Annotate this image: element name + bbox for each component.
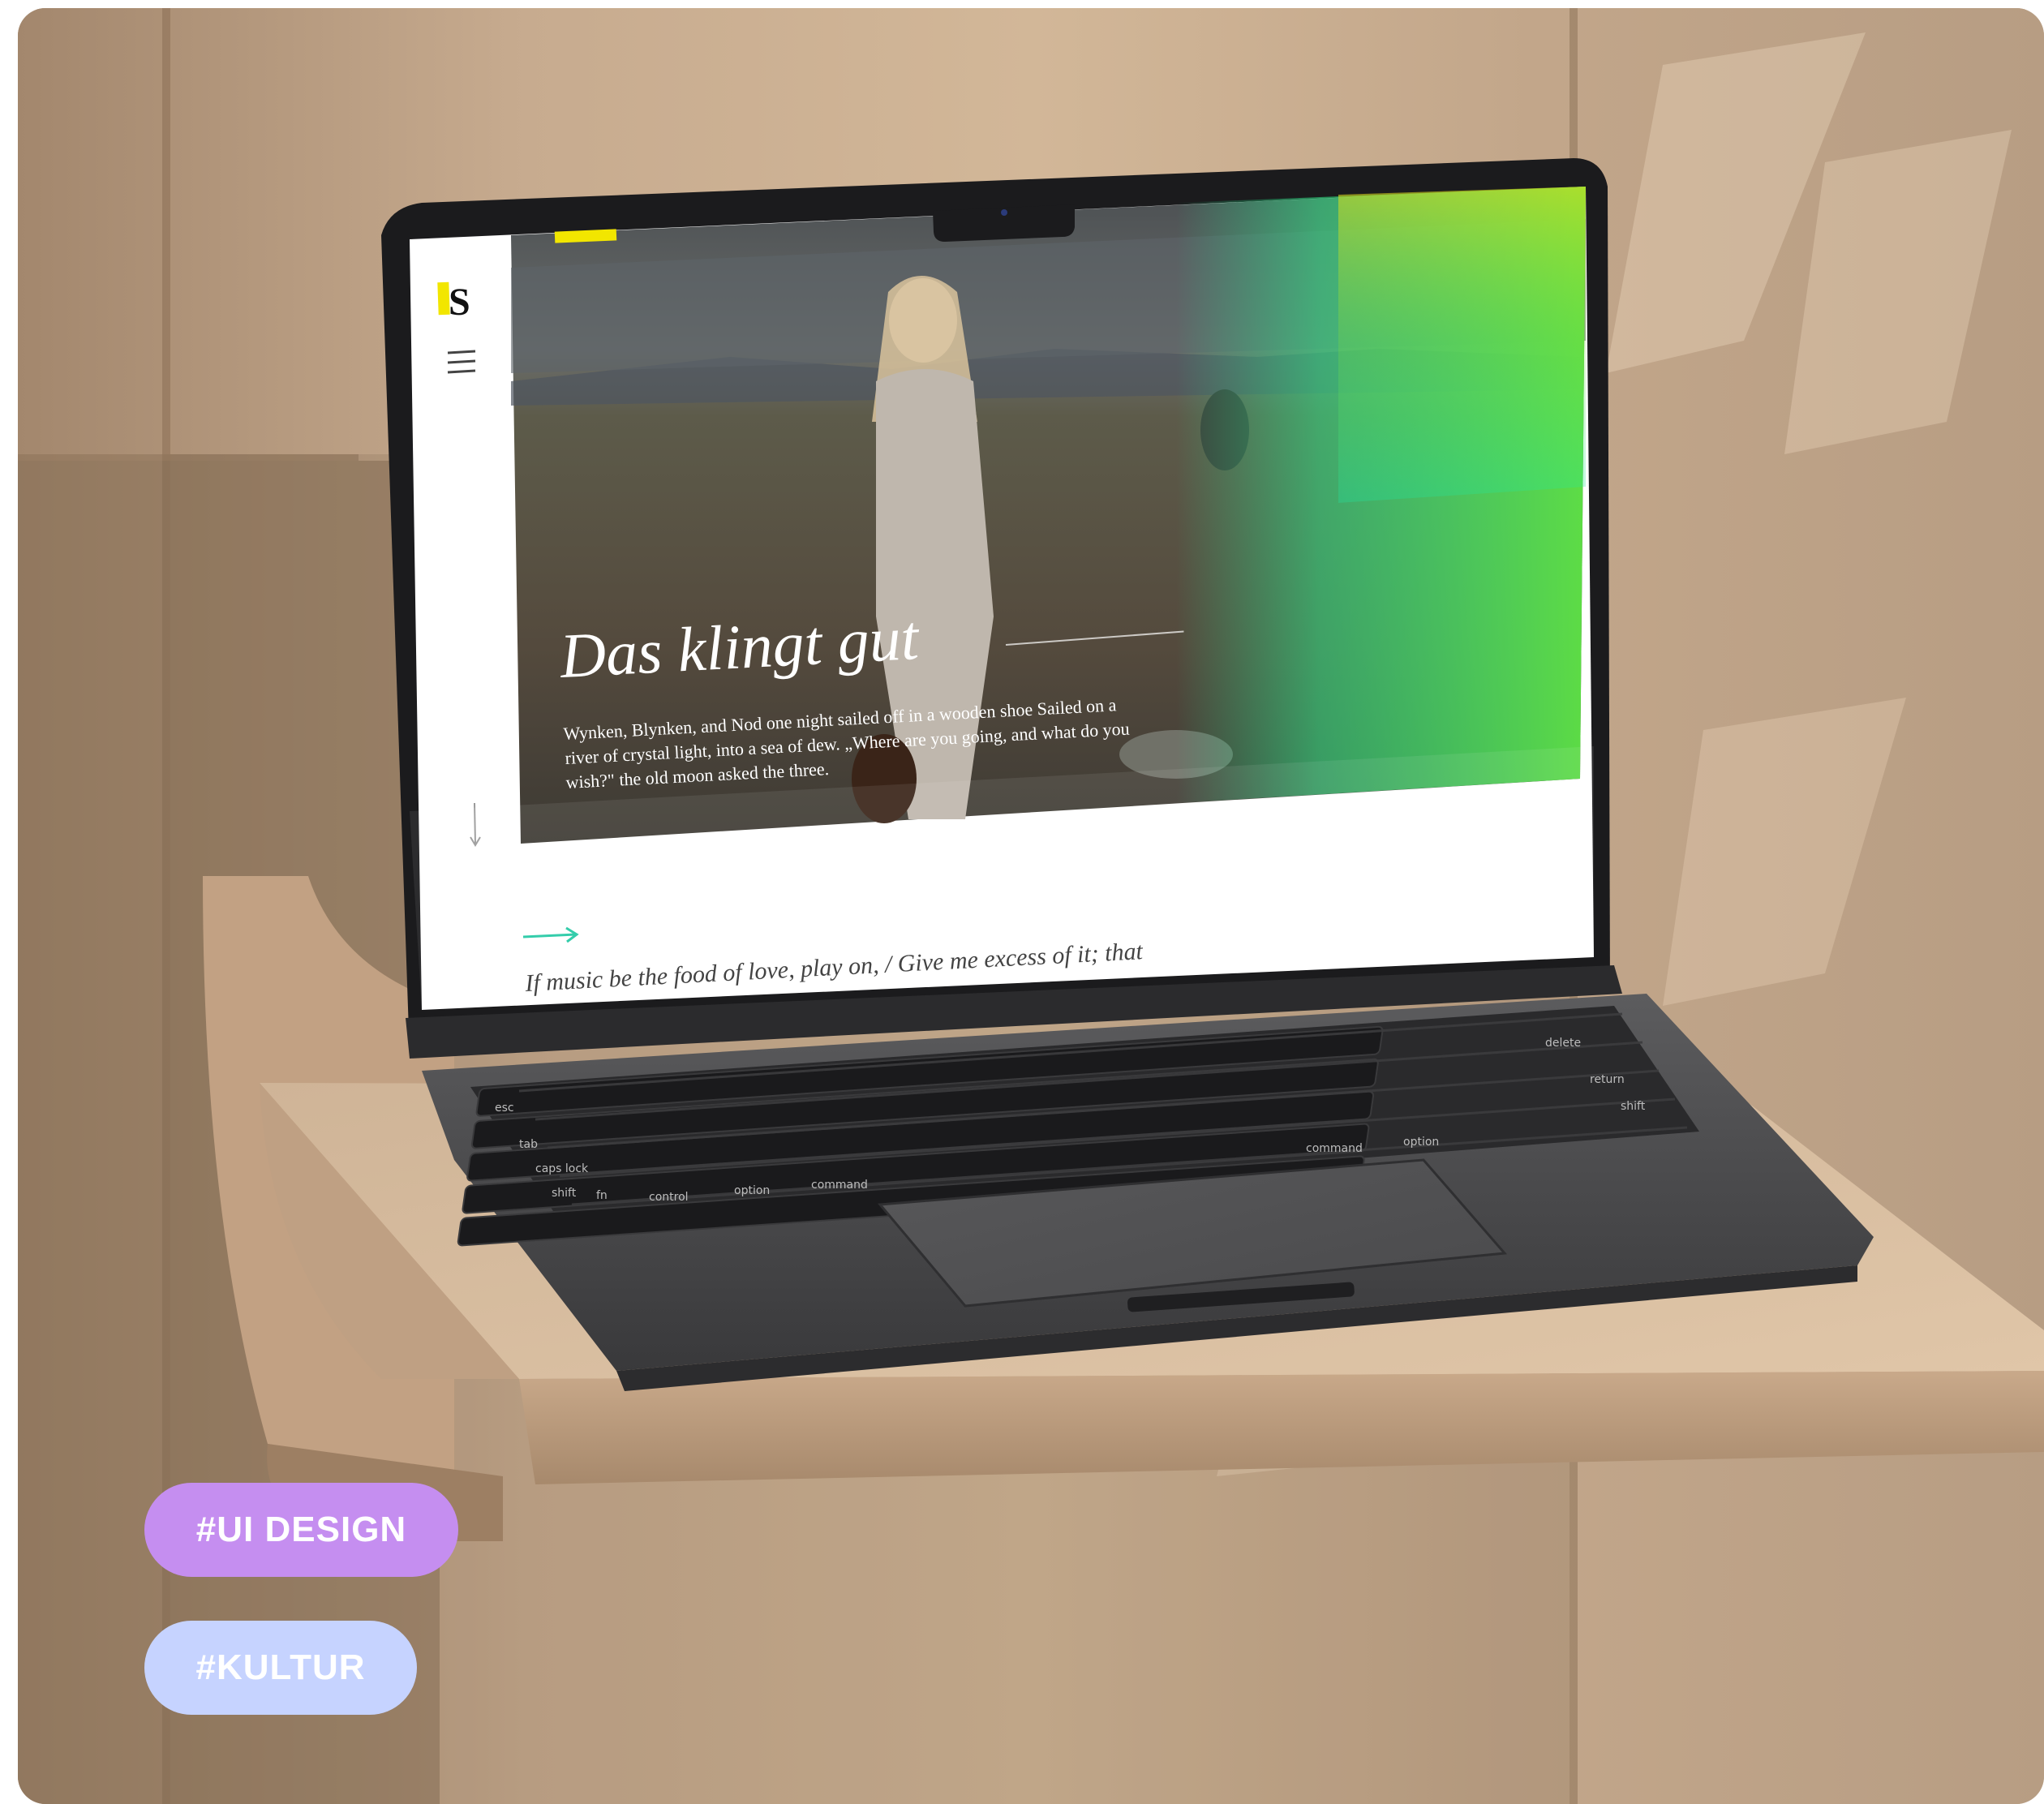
tag-ui-design[interactable]: #UI DESIGN [144, 1483, 458, 1577]
key-delete: delete [1545, 1037, 1581, 1050]
key-command-left: command [811, 1179, 868, 1192]
key-caps-lock: caps lock [535, 1162, 589, 1175]
laptop-screen: S Das klingt gut Wynken, Blynken, and No… [410, 187, 1594, 1010]
key-control: control [649, 1191, 689, 1204]
key-tab: tab [519, 1138, 538, 1151]
camera-icon [1001, 209, 1007, 216]
key-shift-left: shift [552, 1187, 577, 1200]
key-shift-right: shift [1621, 1100, 1646, 1113]
key-esc: esc [495, 1102, 514, 1115]
key-return: return [1590, 1073, 1625, 1086]
site-logo[interactable]: S [449, 281, 470, 324]
tag-kultur[interactable]: #KULTUR [144, 1621, 417, 1715]
key-option-right: option [1403, 1136, 1439, 1149]
mockup-card: esc tab caps lock shift fn control optio… [18, 8, 2044, 1804]
key-option-left: option [734, 1184, 770, 1197]
key-command-right: command [1306, 1142, 1363, 1155]
key-fn: fn [596, 1189, 608, 1202]
